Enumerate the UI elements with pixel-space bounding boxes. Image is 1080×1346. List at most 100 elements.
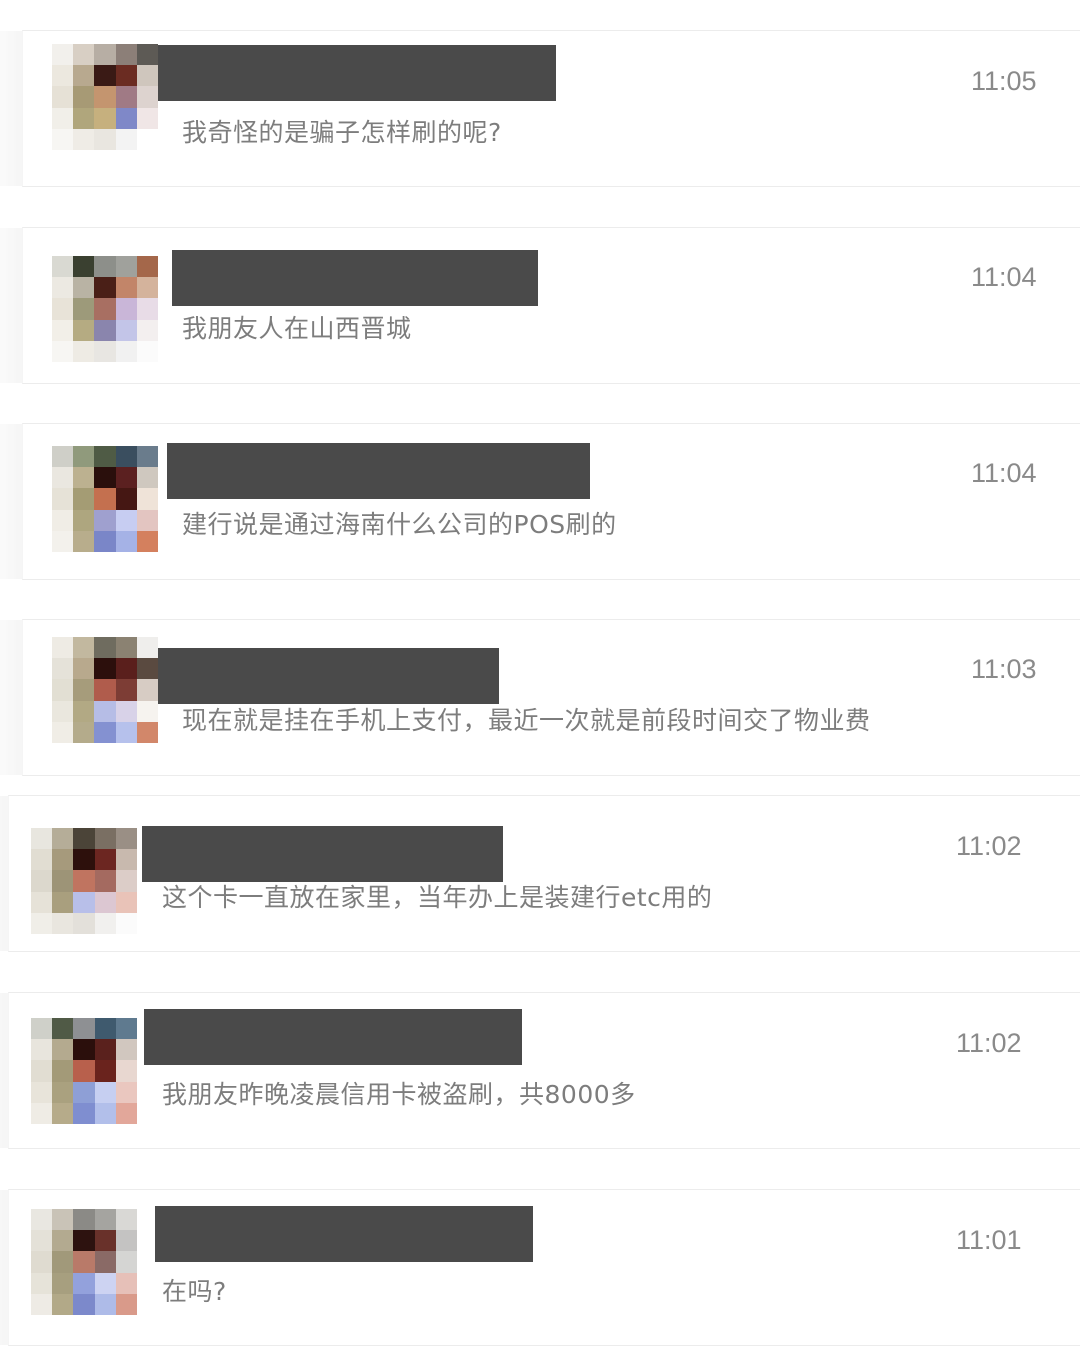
avatar-mosaic-cell — [94, 1102, 116, 1124]
avatar-mosaic-cell — [94, 340, 116, 362]
redacted-contact-name — [158, 45, 556, 101]
avatar-mosaic-cell — [52, 912, 74, 934]
avatar-mosaic-cell — [73, 849, 95, 871]
avatar[interactable] — [31, 1018, 137, 1124]
avatar-mosaic-cell — [115, 277, 137, 299]
message-timestamp: 11:02 — [956, 831, 1022, 861]
avatar-mosaic-cell — [115, 128, 137, 150]
avatar-mosaic-cell — [31, 1060, 53, 1082]
avatar-mosaic-cell — [52, 1272, 74, 1294]
avatar-mosaic-cell — [94, 912, 116, 934]
redacted-contact-name — [155, 1206, 533, 1262]
avatar-mosaic-cell — [73, 319, 95, 341]
avatar-mosaic-cell — [52, 530, 74, 552]
avatar-mosaic-cell — [136, 530, 158, 552]
avatar-mosaic-cell — [94, 891, 116, 913]
avatar-mosaic-cell — [136, 658, 158, 680]
avatar-mosaic-cell — [52, 870, 74, 892]
avatar-mosaic-cell — [94, 298, 116, 320]
avatar-mosaic-cell — [94, 1272, 116, 1294]
avatar-mosaic-cell — [52, 637, 74, 659]
avatar-mosaic-cell — [52, 298, 74, 320]
avatar-mosaic-cell — [115, 637, 137, 659]
avatar[interactable] — [31, 1209, 137, 1315]
avatar-mosaic-cell — [52, 86, 74, 108]
avatar-mosaic-cell — [94, 1018, 116, 1040]
avatar-mosaic-cell — [115, 467, 137, 489]
avatar-mosaic-cell — [73, 700, 95, 722]
avatar-mosaic-cell — [31, 828, 53, 850]
avatar-mosaic-cell — [115, 1102, 137, 1124]
avatar-mosaic-cell — [94, 256, 116, 278]
avatar-mosaic-cell — [136, 298, 158, 320]
avatar-mosaic-cell — [31, 1293, 53, 1315]
avatar-mosaic-cell — [73, 446, 95, 468]
avatar-mosaic-cell — [115, 530, 137, 552]
avatar-mosaic-cell — [73, 1081, 95, 1103]
avatar-mosaic-cell — [115, 319, 137, 341]
avatar-mosaic-cell — [73, 1018, 95, 1040]
avatar-mosaic-cell — [94, 1081, 116, 1103]
avatar-mosaic-cell — [136, 86, 158, 108]
avatar-mosaic-cell — [136, 679, 158, 701]
avatar-mosaic-cell — [136, 256, 158, 278]
avatar[interactable] — [52, 446, 158, 552]
message-preview: 我朋友昨晚凌晨信用卡被盗刷，共8000多 — [162, 1080, 636, 1109]
avatar-mosaic-cell — [136, 721, 158, 743]
message-preview: 现在就是挂在手机上支付，最近一次就是前段时间交了物业费 — [182, 706, 871, 735]
avatar-mosaic-cell — [94, 107, 116, 129]
avatar-mosaic-cell — [73, 1209, 95, 1231]
avatar-mosaic-cell — [115, 1293, 137, 1315]
avatar-mosaic-cell — [31, 891, 53, 913]
avatar-mosaic-cell — [115, 488, 137, 510]
avatar-mosaic-cell — [73, 1293, 95, 1315]
avatar-mosaic-cell — [94, 1293, 116, 1315]
avatar-mosaic-cell — [73, 1230, 95, 1252]
avatar-mosaic-cell — [73, 1102, 95, 1124]
avatar-mosaic-cell — [115, 1081, 137, 1103]
avatar-mosaic-cell — [73, 467, 95, 489]
avatar-mosaic-cell — [73, 891, 95, 913]
avatar-mosaic-cell — [73, 128, 95, 150]
avatar-mosaic-cell — [115, 849, 137, 871]
avatar-mosaic-cell — [94, 637, 116, 659]
avatar-mosaic-cell — [115, 1272, 137, 1294]
avatar-mosaic-cell — [115, 912, 137, 934]
avatar[interactable] — [31, 828, 137, 934]
avatar-mosaic-cell — [136, 446, 158, 468]
avatar-mosaic-cell — [136, 107, 158, 129]
message-preview: 在吗? — [162, 1277, 227, 1306]
avatar-mosaic-cell — [94, 128, 116, 150]
avatar[interactable] — [52, 256, 158, 362]
avatar-mosaic-cell — [136, 467, 158, 489]
avatar-mosaic-cell — [52, 700, 74, 722]
avatar-mosaic-cell — [73, 828, 95, 850]
avatar-mosaic-cell — [94, 530, 116, 552]
avatar-mosaic-cell — [94, 446, 116, 468]
avatar-mosaic-cell — [94, 1230, 116, 1252]
avatar-mosaic-cell — [73, 488, 95, 510]
avatar-mosaic-cell — [94, 467, 116, 489]
avatar-mosaic-cell — [73, 679, 95, 701]
avatar-mosaic-cell — [73, 658, 95, 680]
avatar-mosaic-cell — [94, 1251, 116, 1273]
avatar-mosaic-cell — [94, 509, 116, 531]
message-timestamp: 11:01 — [956, 1225, 1022, 1255]
avatar-mosaic-cell — [31, 1018, 53, 1040]
avatar-mosaic-cell — [115, 256, 137, 278]
avatar-mosaic-cell — [94, 700, 116, 722]
avatar-mosaic-cell — [52, 277, 74, 299]
avatar-mosaic-cell — [136, 277, 158, 299]
avatar-mosaic-cell — [52, 1039, 74, 1061]
message-timestamp: 11:04 — [971, 262, 1037, 292]
avatar-mosaic-cell — [94, 870, 116, 892]
avatar[interactable] — [52, 637, 158, 743]
avatar-mosaic-cell — [31, 1102, 53, 1124]
avatar[interactable] — [52, 44, 158, 150]
avatar-mosaic-cell — [94, 658, 116, 680]
avatar-mosaic-cell — [94, 86, 116, 108]
avatar-mosaic-cell — [73, 1060, 95, 1082]
avatar-mosaic-cell — [52, 891, 74, 913]
avatar-mosaic-cell — [136, 65, 158, 87]
avatar-mosaic-cell — [52, 256, 74, 278]
